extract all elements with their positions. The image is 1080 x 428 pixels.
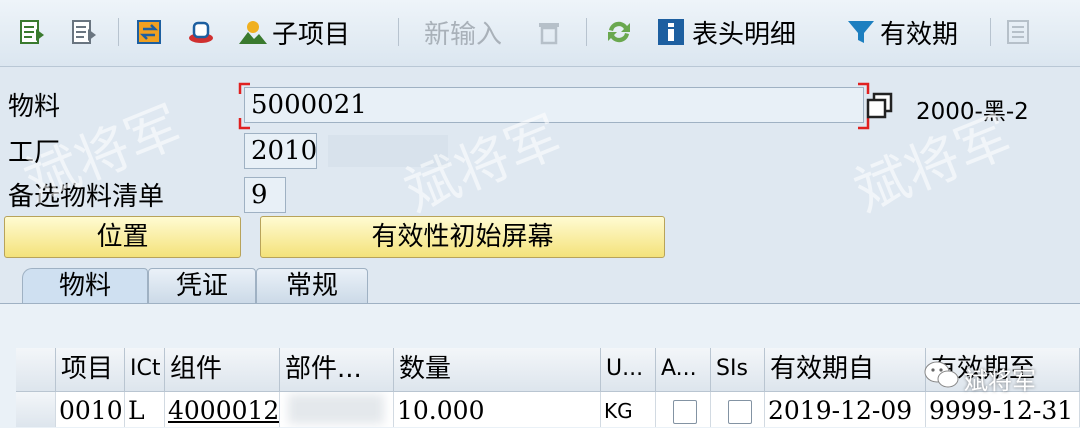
cell-part-description — [280, 392, 394, 427]
row-selector-header[interactable] — [16, 348, 56, 392]
position-button[interactable]: 位置 — [4, 216, 241, 258]
tab-material[interactable]: 物料 — [22, 268, 148, 304]
col-header-component[interactable]: 组件 — [165, 348, 280, 392]
display-icon[interactable] — [18, 12, 48, 52]
validity-initial-screen-button[interactable]: 有效性初始屏幕 — [260, 216, 665, 258]
cell-ict[interactable]: L — [125, 392, 165, 427]
info-icon — [656, 17, 686, 47]
header-detail-button[interactable]: 表头明细 — [656, 12, 796, 52]
material-label: 物料 — [8, 92, 61, 122]
watermark-badge: 斌将军 — [924, 360, 1036, 396]
col-header-ict[interactable]: ICt — [125, 348, 165, 392]
cell-valid-to[interactable]: 9999-12-31 — [926, 392, 1080, 427]
new-entry-label: 新输入 — [424, 19, 503, 50]
cell-valid-from[interactable]: 2019-12-09 — [765, 392, 926, 427]
row-selector[interactable] — [16, 392, 56, 427]
required-field-marker — [238, 82, 870, 130]
cell-unit[interactable]: KG — [601, 392, 656, 427]
sub-item-button[interactable]: 子项目 — [238, 12, 350, 52]
refresh-icon[interactable] — [604, 12, 634, 52]
checkbox-a[interactable] — [673, 400, 697, 424]
hat-icon[interactable] — [186, 12, 216, 52]
header-detail-label: 表头明细 — [692, 19, 797, 50]
material-description: 2000-黑-2 — [916, 99, 1029, 125]
sub-item-label: 子项目 — [272, 19, 351, 50]
plant-description — [328, 135, 448, 167]
col-header-sls[interactable]: SIs — [711, 348, 765, 392]
plant-label: 工厂 — [8, 138, 61, 168]
plant-field[interactable]: 2010 — [244, 133, 317, 169]
validity-label: 有效期 — [880, 19, 959, 50]
change-icon[interactable] — [70, 12, 100, 52]
cell-component-link[interactable]: 4000012 — [165, 392, 280, 427]
copy-icon[interactable] — [866, 92, 894, 124]
col-header-a[interactable]: A... — [656, 348, 711, 392]
mountain-icon — [238, 17, 268, 47]
new-entry-button[interactable]: 新输入 — [424, 12, 502, 52]
col-header-part[interactable]: 部件... — [280, 348, 394, 392]
application-toolbar: 子项目 新输入 表头明细 有效期 — [0, 0, 1080, 67]
checkbox-sls[interactable] — [728, 400, 752, 424]
cell-quantity[interactable]: 10.000 — [394, 392, 601, 427]
tab-general[interactable]: 常规 — [256, 268, 368, 304]
wechat-icon — [924, 360, 960, 396]
validity-button[interactable]: 有效期 — [846, 12, 958, 52]
blurred-text — [288, 394, 384, 424]
col-header-quantity[interactable]: 数量 — [394, 348, 601, 392]
cell-item[interactable]: 0010 — [56, 392, 125, 427]
col-header-item[interactable]: 项目 — [56, 348, 125, 392]
col-header-unit[interactable]: U... — [601, 348, 656, 392]
exchange-icon[interactable] — [134, 12, 164, 52]
col-header-valid-from[interactable]: 有效期自 — [765, 348, 926, 392]
filter-icon — [846, 17, 876, 47]
watermark-badge-text: 斌将军 — [964, 366, 1036, 395]
trash-icon[interactable] — [534, 12, 564, 52]
list-icon[interactable] — [1004, 12, 1034, 52]
alt-bom-label: 备选物料清单 — [8, 182, 165, 212]
alt-bom-field[interactable]: 9 — [244, 177, 286, 213]
tab-document[interactable]: 凭证 — [148, 268, 256, 304]
